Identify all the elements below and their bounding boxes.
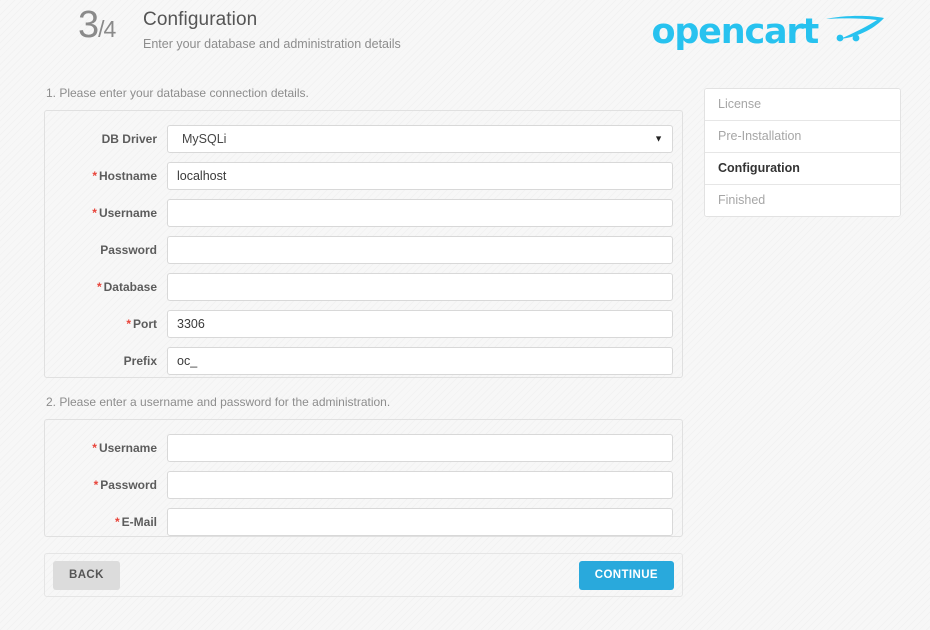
label-db-hostname-text: Hostname xyxy=(98,169,157,183)
db-database-input[interactable] xyxy=(167,273,673,301)
label-admin-password: * Password xyxy=(54,471,167,499)
db-port-input[interactable] xyxy=(167,310,673,338)
db-hostname-input[interactable] xyxy=(167,162,673,190)
form-row-admin-password: * Password xyxy=(54,471,673,499)
label-db-driver: DB Driver xyxy=(54,125,167,153)
shopping-cart-icon xyxy=(824,13,888,48)
required-marker: * xyxy=(92,169,97,183)
form-row-db-username: * Username xyxy=(54,199,673,227)
form-row-admin-email: * E-Mail xyxy=(54,508,673,536)
main-column: 1. Please enter your database connection… xyxy=(44,86,683,597)
required-marker: * xyxy=(96,280,102,294)
admin-section-legend: 2. Please enter a username and password … xyxy=(46,395,391,409)
install-wizard-page: 3/4 Configuration Enter your database an… xyxy=(0,0,930,630)
label-db-driver-text: DB Driver xyxy=(101,132,157,146)
admin-password-input[interactable] xyxy=(167,471,673,499)
label-db-password: Password xyxy=(54,236,167,264)
label-admin-password-text: Password xyxy=(100,478,157,492)
required-marker: * xyxy=(92,206,97,220)
label-db-username: * Username xyxy=(54,199,167,227)
db-password-input[interactable] xyxy=(167,236,673,264)
required-marker: * xyxy=(126,317,131,331)
db-driver-select[interactable] xyxy=(167,125,673,153)
required-marker: * xyxy=(92,441,97,455)
sidebar-item-finished[interactable]: Finished xyxy=(705,185,900,216)
label-db-database: * Database xyxy=(54,273,167,301)
db-prefix-input[interactable] xyxy=(167,347,673,375)
label-db-prefix: Prefix xyxy=(54,347,167,375)
label-db-username-text: Username xyxy=(98,206,157,220)
db-username-input[interactable] xyxy=(167,199,673,227)
db-driver-select-wrap[interactable]: ▼ xyxy=(167,125,673,153)
sidebar-item-configuration[interactable]: Configuration xyxy=(705,153,900,185)
required-marker: * xyxy=(93,478,99,492)
label-admin-email: * E-Mail xyxy=(54,508,167,536)
form-row-db-port: * Port xyxy=(54,310,673,338)
form-row-db-password: Password xyxy=(54,236,673,264)
wizard-steps-list: License Pre-Installation Configuration F… xyxy=(704,88,901,217)
form-row-db-driver: DB Driver ▼ xyxy=(54,125,673,153)
form-row-admin-username: * Username xyxy=(54,434,673,462)
page-subtitle: Enter your database and administration d… xyxy=(143,37,401,51)
opencart-logo: opencart xyxy=(651,10,888,54)
label-db-port-text: Port xyxy=(133,317,157,331)
required-marker: * xyxy=(114,515,120,529)
admin-username-input[interactable] xyxy=(167,434,673,462)
admin-email-input[interactable] xyxy=(167,508,673,536)
label-admin-email-text: E-Mail xyxy=(121,515,157,529)
form-row-db-database: * Database xyxy=(54,273,673,301)
back-button[interactable]: BACK xyxy=(53,560,120,590)
label-db-database-text: Database xyxy=(103,280,157,294)
label-admin-username: * Username xyxy=(54,434,167,462)
sidebar-item-license[interactable]: License xyxy=(705,89,900,121)
administration-panel: * Username * Password * E-Mail xyxy=(44,419,683,537)
page-title: Configuration xyxy=(143,9,258,30)
step-counter: 3/4 xyxy=(78,4,116,46)
label-admin-username-text: Username xyxy=(98,441,157,455)
database-panel: DB Driver ▼ *Hostname *Username xyxy=(44,110,683,378)
page-header: 3/4 Configuration Enter your database an… xyxy=(0,0,930,68)
header-titles: Configuration Enter your database and ad… xyxy=(143,8,401,53)
step-counter-total: /4 xyxy=(98,16,116,42)
label-db-password-text: Password xyxy=(100,243,157,257)
label-db-port: * Port xyxy=(54,310,167,338)
label-db-hostname: * Hostname xyxy=(54,162,167,190)
step-counter-current: 3 xyxy=(78,4,99,46)
wizard-buttons-bar: BACK CONTINUE xyxy=(44,553,683,597)
sidebar: License Pre-Installation Configuration F… xyxy=(704,88,901,217)
logo-wordmark: opencart xyxy=(651,11,819,52)
form-row-db-hostname: * Hostname xyxy=(54,162,673,190)
continue-button[interactable]: CONTINUE xyxy=(578,560,674,590)
form-row-db-prefix: Prefix xyxy=(54,347,673,375)
label-db-prefix-text: Prefix xyxy=(123,354,157,368)
sidebar-item-pre-installation[interactable]: Pre-Installation xyxy=(705,121,900,153)
database-section-legend: 1. Please enter your database connection… xyxy=(46,86,309,100)
